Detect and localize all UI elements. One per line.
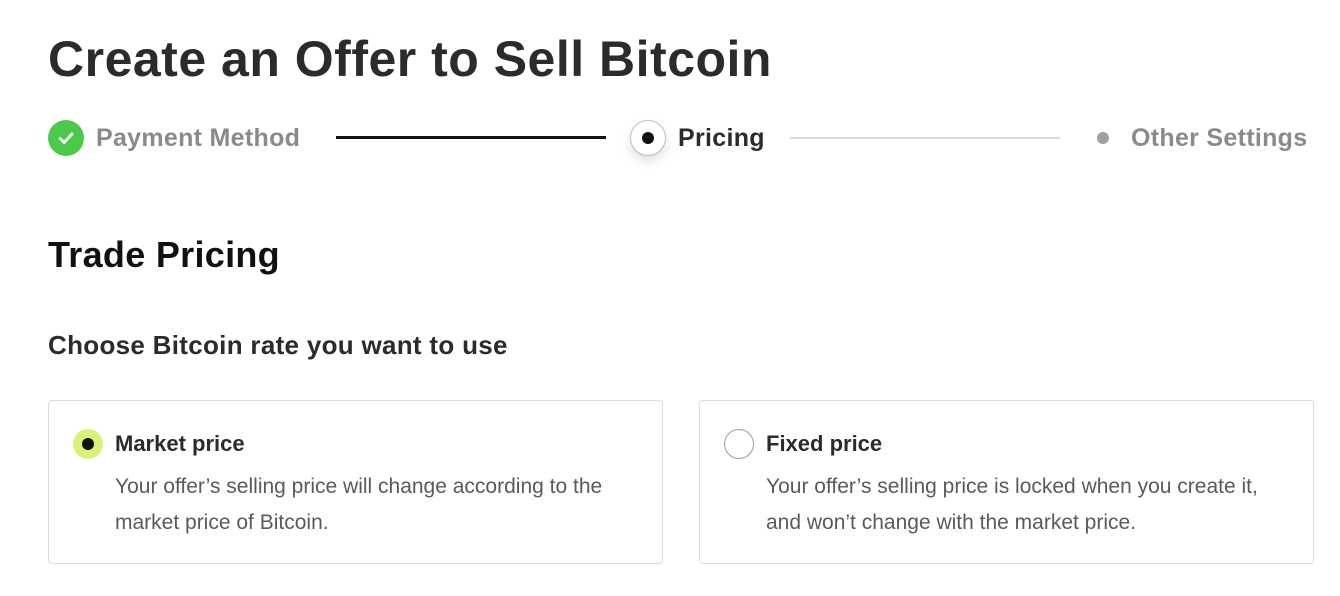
step-connector-completed	[336, 136, 606, 139]
step-pricing[interactable]: Pricing	[630, 120, 765, 156]
option-title: Fixed price	[766, 431, 883, 456]
radio-unselected-icon[interactable]	[724, 429, 754, 459]
step-other-settings[interactable]: Other Settings	[1095, 120, 1307, 156]
pending-step-dot-icon	[1097, 132, 1109, 144]
option-description: Your offer’s selling price is locked whe…	[766, 475, 1258, 534]
radio-selected-icon[interactable]	[73, 429, 103, 459]
step-connector-pending	[790, 137, 1060, 139]
create-offer-page: Create an Offer to Sell Bitcoin Payment …	[0, 0, 1340, 596]
option-title: Market price	[115, 431, 245, 456]
section-title: Trade Pricing	[48, 234, 280, 275]
step-label: Other Settings	[1131, 123, 1308, 152]
progress-stepper: Payment Method Pricing Other Settings	[48, 120, 1318, 158]
step-label: Pricing	[678, 123, 765, 152]
page-title: Create an Offer to Sell Bitcoin	[48, 31, 772, 87]
step-payment-method[interactable]: Payment Method	[48, 120, 300, 156]
check-icon	[48, 120, 84, 156]
active-step-dot-icon	[630, 120, 666, 156]
market-price-option[interactable]: Market price Your offer’s selling price …	[48, 400, 663, 564]
option-description: Your offer’s selling price will change a…	[115, 475, 603, 534]
rate-question: Choose Bitcoin rate you want to use	[48, 330, 508, 360]
step-label: Payment Method	[96, 123, 301, 152]
fixed-price-option[interactable]: Fixed price Your offer’s selling price i…	[699, 400, 1314, 564]
